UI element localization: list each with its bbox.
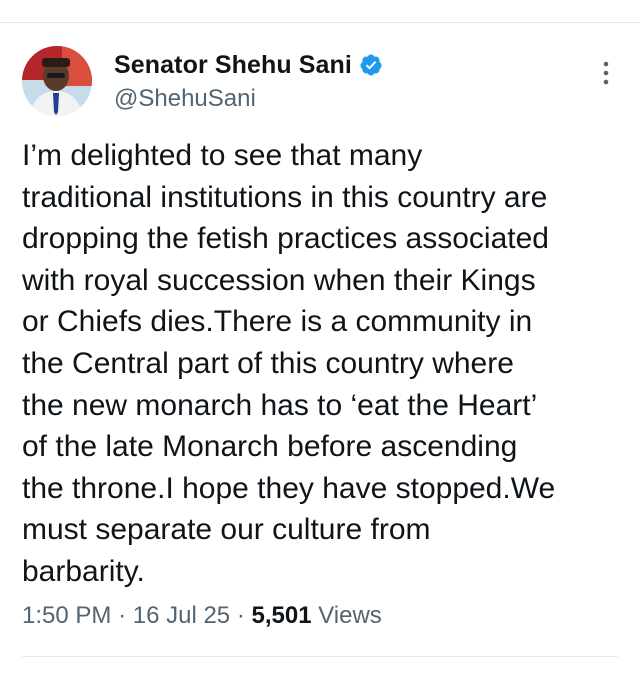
views-label: Views [318,602,382,629]
tweet-time[interactable]: 1:50 PM [22,602,111,629]
avatar[interactable] [22,46,92,116]
meta-separator: · [236,602,245,629]
tweet-date[interactable]: 16 Jul 25 [133,602,230,629]
bottom-divider [22,656,618,657]
display-name-row: Senator Shehu Sani [114,48,383,82]
more-vertical-icon[interactable] [602,60,610,86]
tweet-text: I’m delighted to see that many tradition… [22,139,556,588]
meta-separator: · [118,602,127,629]
tweet-header: Senator Shehu Sani @ShehuSani [22,44,618,120]
tweet-metadata: 1:50 PM · 16 Jul 25 · 5,501 Views [22,602,382,630]
views-count[interactable]: 5,501 [251,602,311,629]
avatar-image [22,46,92,116]
verified-badge-icon [359,53,383,77]
author-display-name[interactable]: Senator Shehu Sani [114,51,352,80]
top-divider [0,22,640,23]
author-handle[interactable]: @ShehuSani [114,85,383,113]
author-names: Senator Shehu Sani @ShehuSani [114,48,383,113]
